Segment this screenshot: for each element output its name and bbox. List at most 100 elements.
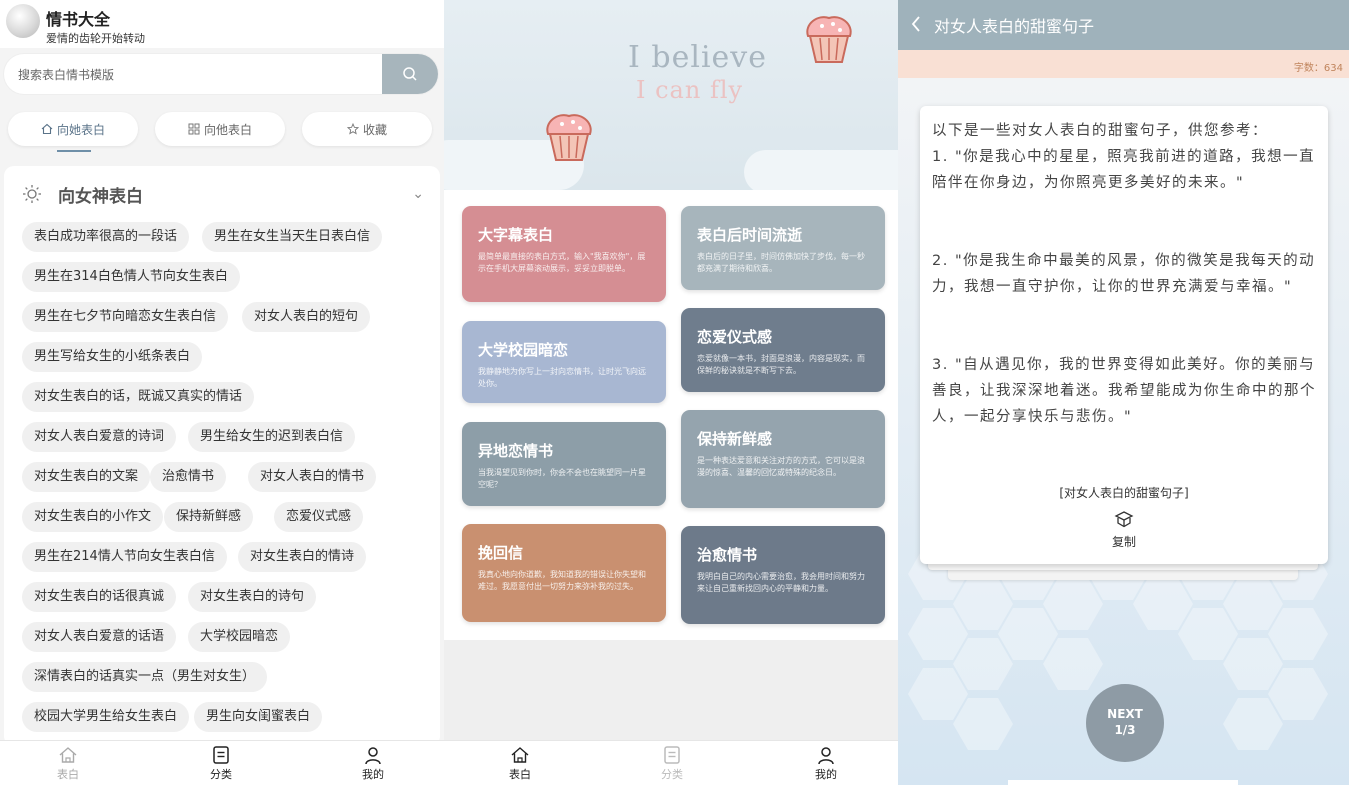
chip-item[interactable]: 男生在七夕节向暗恋女生表白信 bbox=[22, 302, 229, 332]
bottom-bar bbox=[1008, 780, 1238, 785]
search-bar[interactable]: 搜索表白情书模版 bbox=[4, 54, 438, 94]
feature-card[interactable]: 保持新鲜感 是一种表达爱意和关注对方的方式，它可以是浪漫的惊喜、温馨的回忆或特殊… bbox=[681, 410, 885, 508]
feature-card[interactable]: 治愈情书 我明白自己的内心需要治愈，我会用时间和努力来让自己重新找回内心的平静和… bbox=[681, 526, 885, 624]
chip-item[interactable]: 保持新鲜感 bbox=[164, 502, 254, 532]
card-desc: 我真心地向你道歉，我知道我的错误让你失望和难过。我愿意付出一切努力来弥补我的过失… bbox=[478, 570, 646, 591]
star-icon bbox=[346, 123, 359, 135]
chip-item[interactable]: 深情表白的话真实一点（男生对女生） bbox=[22, 662, 268, 692]
chip-item[interactable]: 对女人表白的短句 bbox=[242, 302, 371, 332]
bottom-nav: 表白 分类 我的 bbox=[444, 740, 898, 785]
banner: I believe I can fly bbox=[444, 0, 898, 194]
detail-header: 对女人表白的甜蜜句子 bbox=[898, 0, 1349, 50]
feature-card[interactable]: 大学校园暗恋 我静静地为你写上一封向恋情书，让时光飞向远处你。 bbox=[462, 321, 666, 403]
chip-item[interactable]: 对女生表白的话很真诚 bbox=[22, 582, 177, 612]
tab-to-him[interactable]: 向他表白 bbox=[155, 112, 285, 146]
feature-card[interactable]: 大字幕表白 最简单最直接的表白方式，输入"我喜欢你"，展示在手机大屏幕滚动展示，… bbox=[462, 206, 666, 302]
list-icon bbox=[213, 746, 229, 764]
card-desc: 是一种表达爱意和关注对方的方式，它可以是浪漫的惊喜、温馨的回忆或特殊的纪念日。 bbox=[697, 456, 865, 477]
app-logo bbox=[6, 4, 40, 38]
chip-item[interactable]: 表白成功率很高的一段话 bbox=[22, 222, 190, 252]
tab-to-her[interactable]: 向她表白 bbox=[8, 112, 138, 146]
nav-category[interactable]: 分类 bbox=[642, 745, 702, 782]
letter-content: 以下是一些对女人表白的甜蜜句子，供您参考： 1. "你是我心中的星星，照亮我前进… bbox=[932, 123, 1316, 425]
grid-icon bbox=[188, 123, 200, 135]
cupcake-icon bbox=[546, 114, 592, 161]
nav-label: 我的 bbox=[362, 768, 384, 781]
banner-line-2: I can fly bbox=[636, 76, 744, 104]
chip-item[interactable]: 对女生表白的文案 bbox=[22, 462, 151, 492]
nav-label: 分类 bbox=[210, 768, 232, 781]
word-count-bar: 字数：634 bbox=[898, 50, 1349, 78]
chip-item[interactable]: 校园大学男生给女生表白 bbox=[22, 702, 190, 732]
detail-screen: 对女人表白的甜蜜句子 字数：634 以下是一些对女人表白的甜蜜句子，供您参考： … bbox=[898, 0, 1349, 785]
letter-tag: [对女人表白的甜蜜句子] bbox=[1059, 486, 1189, 500]
nav-category[interactable]: 分类 bbox=[191, 745, 251, 782]
chip-item[interactable]: 男生在214情人节向女生表白信 bbox=[22, 542, 227, 572]
search-icon bbox=[403, 67, 417, 81]
card-title: 挽回信 bbox=[478, 544, 524, 562]
nav-profile[interactable]: 我的 bbox=[343, 745, 403, 782]
person-icon bbox=[818, 747, 834, 765]
next-button[interactable]: NEXT 1/3 bbox=[1086, 684, 1164, 762]
chip-item[interactable]: 男生在女生当天生日表白信 bbox=[202, 222, 383, 252]
card-title: 恋爱仪式感 bbox=[697, 328, 773, 346]
tab-label: 收藏 bbox=[362, 122, 387, 137]
cloud-decoration bbox=[744, 150, 898, 194]
app-title: 情书大全 bbox=[46, 10, 111, 29]
card-desc: 恋爱就像一本书，封面是浪漫，内容是现实，而保鲜的秘诀就是不断写下去。 bbox=[697, 354, 865, 375]
chip-item[interactable]: 大学校园暗恋 bbox=[188, 622, 291, 652]
chip-item[interactable]: 对女人表白爱意的诗词 bbox=[22, 422, 177, 452]
copy-label: 复制 bbox=[1111, 535, 1136, 549]
tab-favorites[interactable]: 收藏 bbox=[302, 112, 432, 146]
card-title: 异地恋情书 bbox=[478, 442, 554, 460]
card-desc: 我静静地为你写上一封向恋情书，让时光飞向远处你。 bbox=[478, 367, 646, 388]
feature-card[interactable]: 表白后时间流逝 表白后的日子里，时间仿佛加快了步伐，每一秒都充满了期待和欣喜。 bbox=[681, 206, 885, 290]
chevron-down-icon[interactable]: ⌄ bbox=[412, 186, 424, 202]
chip-item[interactable]: 对女人表白爱意的话语 bbox=[22, 622, 177, 652]
chip-item[interactable]: 对女生表白的诗句 bbox=[188, 582, 317, 612]
home-icon bbox=[511, 747, 529, 763]
chip-item[interactable]: 对女生表白的情诗 bbox=[238, 542, 367, 572]
search-input[interactable]: 搜索表白情书模版 bbox=[18, 66, 114, 83]
search-button[interactable] bbox=[382, 54, 438, 94]
tab-label: 向她表白 bbox=[56, 122, 105, 137]
chip-item[interactable]: 对女生表白的小作文 bbox=[22, 502, 164, 532]
detail-title: 对女人表白的甜蜜句子 bbox=[934, 17, 1095, 36]
card-desc: 最简单最直接的表白方式，输入"我喜欢你"，展示在手机大屏幕滚动展示，妥妥立即脱单… bbox=[478, 252, 646, 273]
chip-item[interactable]: 男生写给女生的小纸条表白 bbox=[22, 342, 203, 372]
nav-profile[interactable]: 我的 bbox=[796, 745, 856, 782]
banner-line-1: I believe bbox=[628, 40, 767, 75]
word-count: 字数：634 bbox=[1293, 63, 1343, 74]
feature-grid: 大字幕表白 最简单最直接的表白方式，输入"我喜欢你"，展示在手机大屏幕滚动展示，… bbox=[444, 190, 898, 640]
home-outline-icon bbox=[41, 123, 53, 135]
chip-item[interactable]: 对女人表白的情书 bbox=[248, 462, 377, 492]
chip-item[interactable]: 男生向女闺蜜表白 bbox=[194, 702, 323, 732]
chip-item[interactable]: 对女生表白的话，既诚又真实的情话 bbox=[22, 382, 255, 412]
card-title: 表白后时间流逝 bbox=[697, 226, 803, 244]
person-icon bbox=[365, 747, 381, 765]
nav-label: 表白 bbox=[509, 768, 531, 781]
feature-card[interactable]: 挽回信 我真心地向你道歉，我知道我的错误让你失望和难过。我愿意付出一切努力来弥补… bbox=[462, 524, 666, 622]
card-title: 大学校园暗恋 bbox=[478, 341, 569, 359]
copy-button[interactable]: 复制 bbox=[1104, 510, 1144, 550]
card-desc: 我明白自己的内心需要治愈，我会用时间和努力来让自己重新找回内心的平静和力量。 bbox=[697, 572, 865, 593]
chip-item[interactable]: 治愈情书 bbox=[150, 462, 227, 492]
chip-item[interactable]: 恋爱仪式感 bbox=[274, 502, 364, 532]
category-header[interactable]: 向女神表白 bbox=[22, 182, 143, 207]
nav-home[interactable]: 表白 bbox=[38, 745, 98, 782]
tab-label: 向他表白 bbox=[203, 122, 252, 137]
nav-home[interactable]: 表白 bbox=[490, 745, 550, 782]
nav-label: 我的 bbox=[815, 768, 837, 781]
back-arrow-icon[interactable] bbox=[910, 14, 922, 34]
app-header: 情书大全 爱情的齿轮开始转动 bbox=[0, 0, 444, 48]
next-label: NEXT bbox=[1107, 707, 1143, 721]
page-indicator: 1/3 bbox=[1114, 723, 1136, 737]
feature-card[interactable]: 异地恋情书 当我渴望见到你时，你会不会也在眺望同一片星空呢？ bbox=[462, 422, 666, 506]
list-icon bbox=[664, 746, 680, 764]
letter-card: 以下是一些对女人表白的甜蜜句子，供您参考： 1. "你是我心中的星星，照亮我前进… bbox=[920, 106, 1328, 564]
feature-card[interactable]: 恋爱仪式感 恋爱就像一本书，封面是浪漫，内容是现实，而保鲜的秘诀就是不断写下去。 bbox=[681, 308, 885, 392]
chip-item[interactable]: 男生给女生的迟到表白信 bbox=[188, 422, 356, 452]
chip-item[interactable]: 男生在314白色情人节向女生表白 bbox=[22, 262, 240, 292]
card-title: 治愈情书 bbox=[697, 546, 758, 564]
app-subtitle: 爱情的齿轮开始转动 bbox=[46, 32, 145, 45]
